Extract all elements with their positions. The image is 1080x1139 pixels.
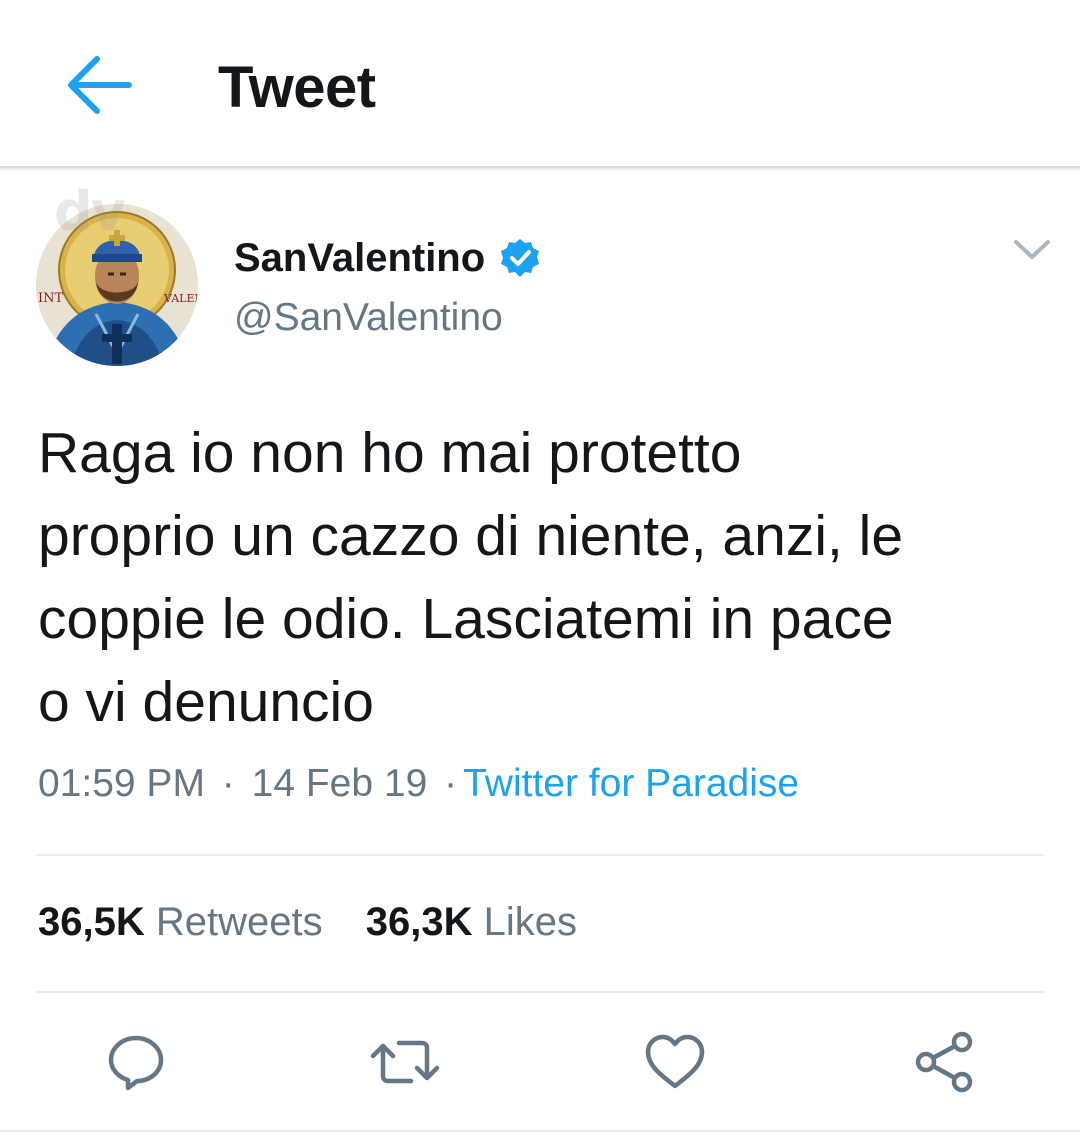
more-options-button[interactable] [1010, 232, 1054, 268]
share-icon [915, 1031, 973, 1093]
chevron-down-icon [1014, 240, 1050, 259]
tweet-time: 01:59 PM [38, 762, 205, 805]
retweets-stat[interactable]: 36,5K Retweets [38, 900, 323, 945]
header-divider [0, 166, 1080, 172]
meta-separator: · [444, 762, 458, 805]
page-title: Tweet [218, 55, 376, 120]
tweet-detail-screen: Tweet INT VALEN [0, 0, 1080, 1139]
heart-icon [645, 1034, 705, 1089]
tweet-text: Raga io non ho mai protetto proprio un c… [38, 421, 904, 734]
meta-separator: · [221, 762, 235, 805]
divider [36, 854, 1044, 856]
likes-stat[interactable]: 36,3K Likes [366, 900, 577, 945]
tweet-source-link[interactable]: Twitter for Paradise [463, 762, 799, 805]
svg-text:VALEN: VALEN [163, 292, 198, 305]
likes-count: 36,3K [365, 900, 473, 944]
retweets-label: Retweets [155, 900, 323, 944]
author-name-row[interactable]: SanValentino [234, 232, 541, 284]
app-header: Tweet [0, 0, 1080, 168]
tweet-date: 14 Feb 19 [251, 762, 428, 805]
like-button[interactable] [635, 1022, 715, 1102]
retweet-icon [370, 1040, 440, 1084]
retweets-count: 36,5K [38, 900, 145, 944]
reply-icon [108, 1035, 164, 1091]
display-name[interactable]: SanValentino [234, 236, 485, 281]
tweet-actions-bar [0, 1022, 1080, 1102]
retweet-button[interactable] [365, 1022, 445, 1102]
likes-label: Likes [483, 900, 578, 944]
avatar-watermark: dv [54, 180, 126, 243]
engagement-stats: 36,5K Retweets 36,3K Likes [38, 900, 609, 945]
share-button[interactable] [905, 1022, 985, 1102]
bottom-divider [0, 1130, 1080, 1132]
verified-badge-icon [501, 239, 540, 277]
back-arrow-icon [68, 56, 132, 114]
svg-text:INT: INT [38, 291, 64, 306]
back-button[interactable] [58, 48, 138, 122]
tweet-metadata: 01:59 PM · 14 Feb 19 · Twitter for Paradi… [38, 762, 799, 806]
reply-button[interactable] [96, 1022, 176, 1102]
divider [36, 991, 1044, 993]
author-handle[interactable]: @SanValentino [234, 296, 503, 340]
